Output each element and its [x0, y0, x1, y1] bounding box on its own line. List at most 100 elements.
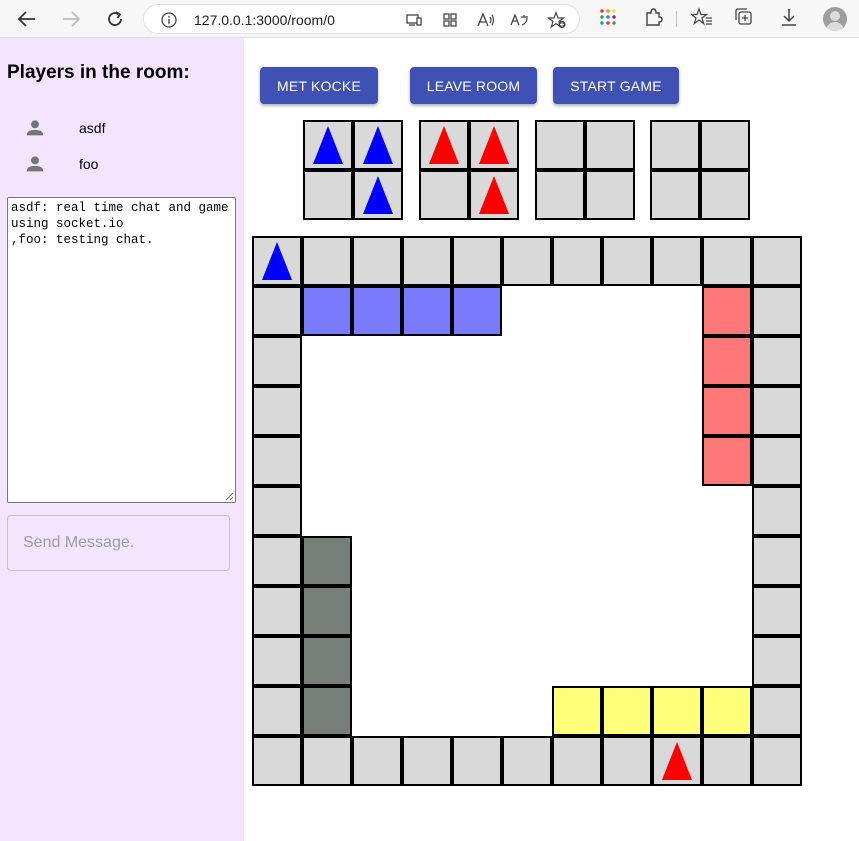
device-icon[interactable] [405, 11, 423, 29]
base-cell[interactable] [303, 120, 353, 170]
board-cell[interactable] [252, 336, 302, 386]
blue-pawn-icon[interactable] [313, 126, 343, 164]
board-cell[interactable] [252, 686, 302, 736]
base-cell[interactable] [303, 170, 353, 220]
red-pawn-icon[interactable] [479, 126, 509, 164]
board-cell[interactable] [752, 636, 802, 686]
red-pawn-icon[interactable] [479, 176, 509, 214]
board-cell[interactable] [252, 736, 302, 786]
home-cell-red[interactable] [702, 436, 752, 486]
board-cell[interactable] [752, 586, 802, 636]
home-cell-yellow[interactable] [702, 686, 752, 736]
board-cell[interactable] [252, 486, 302, 536]
board-cell[interactable] [602, 736, 652, 786]
url-text[interactable]: 127.0.0.1:3000/room/0 [194, 12, 335, 28]
back-button[interactable] [12, 4, 42, 34]
base-cell[interactable] [700, 170, 750, 220]
home-cell-red[interactable] [702, 386, 752, 436]
reload-button[interactable] [100, 4, 130, 34]
forward-button[interactable] [56, 4, 86, 34]
board-cell[interactable] [452, 236, 502, 286]
home-cell-yellow[interactable] [552, 686, 602, 736]
home-cell-dark[interactable] [302, 686, 352, 736]
base-cell[interactable] [353, 120, 403, 170]
board-cell[interactable] [452, 736, 502, 786]
board-cell[interactable] [502, 236, 552, 286]
board-cell[interactable] [252, 436, 302, 486]
board-cell[interactable] [252, 636, 302, 686]
home-cell-blue[interactable] [302, 286, 352, 336]
app-grid-icon[interactable] [441, 11, 459, 29]
profile-avatar-icon[interactable] [823, 7, 847, 31]
board-cell[interactable] [302, 236, 352, 286]
home-cell-dark[interactable] [302, 636, 352, 686]
board-cell[interactable] [252, 586, 302, 636]
home-cell-yellow[interactable] [602, 686, 652, 736]
red-pawn-icon[interactable] [662, 742, 692, 780]
base-cell[interactable] [419, 120, 469, 170]
board-cell[interactable] [752, 386, 802, 436]
base-cell[interactable] [419, 170, 469, 220]
home-cell-yellow[interactable] [652, 686, 702, 736]
board-cell[interactable] [302, 736, 352, 786]
board-cell[interactable] [552, 236, 602, 286]
board-cell[interactable] [752, 686, 802, 736]
home-cell-dark[interactable] [302, 586, 352, 636]
send-message-input[interactable] [21, 533, 221, 553]
board-cell[interactable] [252, 236, 302, 286]
address-bar[interactable]: 127.0.0.1:3000/room/0 [143, 4, 580, 34]
board-cell[interactable] [352, 236, 402, 286]
board-cell[interactable] [252, 286, 302, 336]
board-cell[interactable] [752, 336, 802, 386]
read-aloud-icon[interactable] [476, 11, 496, 29]
roll-dice-button[interactable]: MET KOCKE [260, 67, 378, 104]
board-cell[interactable] [402, 736, 452, 786]
leave-room-button[interactable]: LEAVE ROOM [410, 67, 537, 104]
base-cell[interactable] [535, 170, 585, 220]
base-cell[interactable] [353, 170, 403, 220]
download-icon[interactable] [779, 7, 799, 27]
base-cell[interactable] [650, 170, 700, 220]
puzzle-piece-icon[interactable] [643, 7, 663, 27]
base-cell[interactable] [585, 120, 635, 170]
board-cell[interactable] [652, 736, 702, 786]
home-cell-blue[interactable] [452, 286, 502, 336]
chat-log[interactable]: asdf: real time chat and game using sock… [7, 197, 236, 503]
board-cell[interactable] [652, 236, 702, 286]
translate-icon[interactable] [510, 11, 530, 29]
favorites-icon[interactable] [691, 7, 713, 27]
board-cell[interactable] [752, 236, 802, 286]
base-cell[interactable] [650, 120, 700, 170]
board-cell[interactable] [252, 536, 302, 586]
board-cell[interactable] [702, 736, 752, 786]
board-cell[interactable] [752, 286, 802, 336]
start-game-button[interactable]: START GAME [553, 67, 679, 104]
home-cell-red[interactable] [702, 336, 752, 386]
board-cell[interactable] [502, 736, 552, 786]
extensions-app-icon[interactable] [598, 7, 618, 27]
board-cell[interactable] [752, 436, 802, 486]
board-cell[interactable] [402, 236, 452, 286]
base-cell[interactable] [585, 170, 635, 220]
base-cell[interactable] [700, 120, 750, 170]
blue-pawn-icon[interactable] [262, 242, 292, 280]
board-cell[interactable] [352, 736, 402, 786]
board-cell[interactable] [252, 386, 302, 436]
resize-grip-icon[interactable] [224, 491, 234, 501]
home-cell-dark[interactable] [302, 536, 352, 586]
info-icon[interactable] [161, 12, 177, 28]
home-cell-blue[interactable] [352, 286, 402, 336]
home-cell-red[interactable] [702, 286, 752, 336]
board-cell[interactable] [602, 236, 652, 286]
blue-pawn-icon[interactable] [363, 176, 393, 214]
board-cell[interactable] [752, 536, 802, 586]
red-pawn-icon[interactable] [429, 126, 459, 164]
collections-icon[interactable] [734, 7, 754, 27]
base-cell[interactable] [535, 120, 585, 170]
board-cell[interactable] [552, 736, 602, 786]
blue-pawn-icon[interactable] [363, 126, 393, 164]
board-cell[interactable] [752, 736, 802, 786]
base-cell[interactable] [469, 170, 519, 220]
board-cell[interactable] [702, 236, 752, 286]
home-cell-blue[interactable] [402, 286, 452, 336]
